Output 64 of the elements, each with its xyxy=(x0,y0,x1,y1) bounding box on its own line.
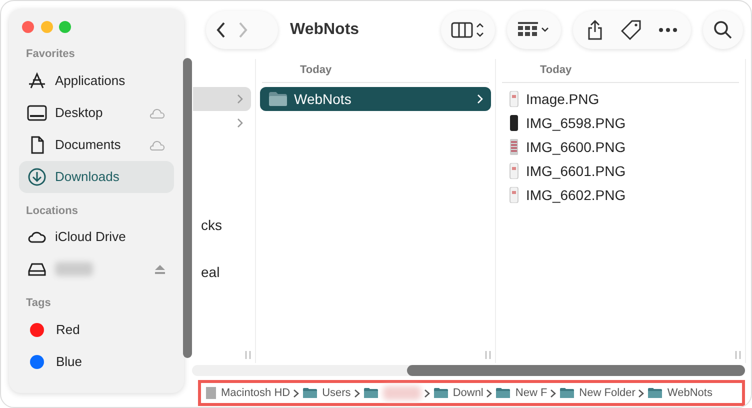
path-item[interactable]: New F xyxy=(515,384,548,402)
folder-icon xyxy=(362,387,379,399)
resize-handle-icon[interactable] xyxy=(735,351,741,359)
eject-icon[interactable] xyxy=(154,264,166,274)
close-button[interactable] xyxy=(22,21,34,33)
chevron-icon xyxy=(424,388,430,398)
desktop-icon xyxy=(27,102,47,122)
apps-icon xyxy=(27,70,47,90)
section-heading: Tags xyxy=(26,296,52,311)
folder-icon xyxy=(302,387,318,399)
search-icon[interactable] xyxy=(714,21,732,39)
column-row[interactable]: WebNots xyxy=(260,87,491,111)
column-row[interactable]: IMG_6602.PNG xyxy=(500,183,741,207)
column-row[interactable]: eal xyxy=(193,260,251,284)
column-row[interactable]: Image.PNG xyxy=(500,87,741,111)
chevron-icon xyxy=(486,388,492,398)
path-item[interactable]: Downl xyxy=(452,384,484,402)
back-icon[interactable] xyxy=(216,22,226,38)
sidebar-item[interactable]: Red xyxy=(19,314,174,346)
tag-icon[interactable] xyxy=(621,20,641,40)
download-icon xyxy=(27,166,47,186)
resize-handle-icon[interactable] xyxy=(485,351,491,359)
chevron-icon xyxy=(638,388,644,398)
more-icon[interactable] xyxy=(659,28,677,32)
resize-handle-icon[interactable] xyxy=(245,351,251,359)
column-row[interactable]: IMG_6598.PNG xyxy=(500,111,741,135)
path-item[interactable] xyxy=(362,386,421,400)
image-file-icon xyxy=(508,187,520,203)
chevron-icon xyxy=(293,388,300,398)
window-title: WebNots xyxy=(290,20,360,40)
section-heading: Favorites xyxy=(26,47,76,62)
columns-view-icon[interactable] xyxy=(451,21,485,39)
sidebar-item[interactable]: Blue xyxy=(19,346,174,378)
image-file-icon xyxy=(508,115,520,131)
path-item[interactable]: New Folder xyxy=(579,384,636,402)
sidebar-item[interactable]: iCloud Drive xyxy=(19,221,174,253)
forward-icon[interactable] xyxy=(238,22,248,38)
group-icon[interactable] xyxy=(517,21,551,39)
image-file-icon xyxy=(508,139,520,155)
path-item[interactable]: Users xyxy=(322,384,351,402)
column-row[interactable]: cks xyxy=(193,213,251,237)
folder-icon xyxy=(495,387,512,399)
column-header: Today xyxy=(262,59,489,83)
zoom-button[interactable] xyxy=(59,21,72,33)
path-item[interactable]: Macintosh HD xyxy=(221,384,290,402)
image-file-icon xyxy=(508,91,520,107)
minimize-button[interactable] xyxy=(40,21,53,33)
chevron-icon xyxy=(550,388,556,398)
sidebar-item[interactable]: Documents xyxy=(19,128,174,160)
image-file-icon xyxy=(508,163,520,179)
folder-icon xyxy=(268,91,288,107)
sidebar-item[interactable]: Desktop xyxy=(19,96,174,128)
sidebar-item[interactable]: Applications xyxy=(19,64,174,96)
column-row[interactable]: IMG_6601.PNG xyxy=(500,159,741,183)
folder-icon xyxy=(432,387,449,399)
folder-icon xyxy=(559,387,576,399)
column-header: Today xyxy=(502,59,739,83)
folder-icon xyxy=(647,387,664,399)
column-row[interactable]: IMG_6600.PNG xyxy=(500,135,741,159)
chevron-icon xyxy=(354,388,360,398)
sidebar-item[interactable]: Downloads xyxy=(19,160,174,192)
section-heading: Locations xyxy=(26,204,79,218)
share-icon[interactable] xyxy=(587,20,603,40)
path-item[interactable]: WebNots xyxy=(667,384,712,402)
